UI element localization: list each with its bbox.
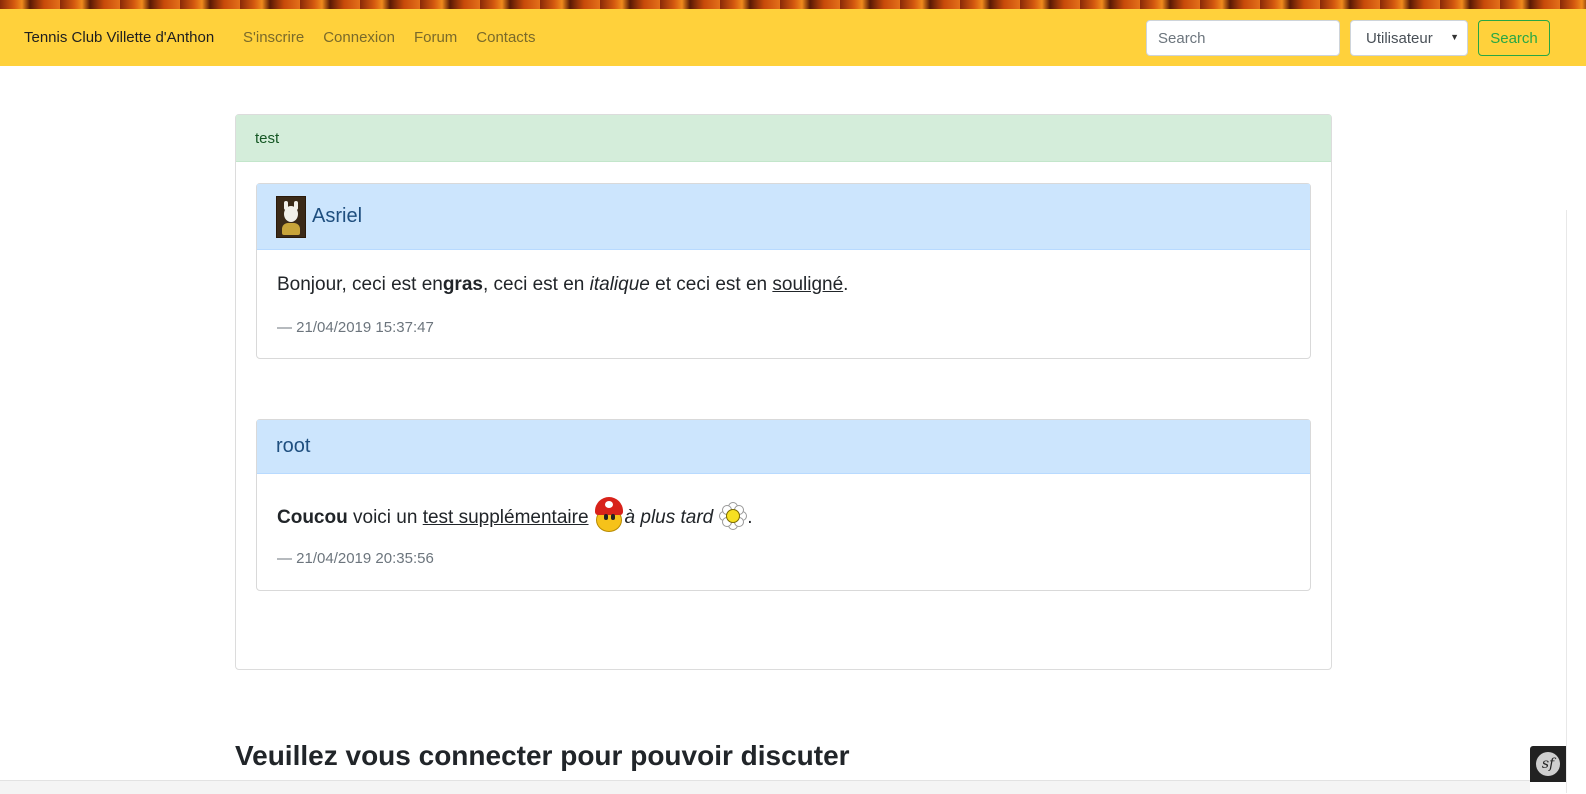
italic-text: italique <box>589 274 650 295</box>
scrollbar-thumb[interactable] <box>1566 210 1567 793</box>
post-header: Asriel <box>257 184 1310 250</box>
post-date: — 21/04/2019 20:35:56 <box>277 550 434 567</box>
nav-link-contacts[interactable]: Contacts <box>476 29 535 46</box>
search-button[interactable]: Search <box>1478 20 1550 56</box>
avatar <box>276 195 306 238</box>
post-author[interactable]: Asriel <box>312 205 362 228</box>
symfony-logo: sf <box>1536 752 1560 776</box>
topic-card: test Asriel Bonjour, ceci est engras, ce… <box>235 114 1332 670</box>
user-type-select[interactable]: Utilisateur ▼ <box>1350 20 1468 56</box>
nav-links: S'inscrire Connexion Forum Contacts <box>243 29 554 46</box>
top-navbar: Tennis Club Villette d'Anthon S'inscrire… <box>0 9 1586 66</box>
scrollbar[interactable] <box>1566 66 1586 793</box>
post-date: — 21/04/2019 15:37:47 <box>277 319 434 336</box>
user-type-select-value: Utilisateur <box>1366 30 1433 47</box>
daisy-smiley-icon <box>719 502 748 530</box>
bold-text: gras <box>442 274 483 295</box>
post-header: root <box>257 420 1310 474</box>
header-banner-image <box>0 0 1586 9</box>
italic-text: à plus tard <box>624 507 714 528</box>
post-author[interactable]: root <box>276 435 310 458</box>
bold-text: Coucou <box>277 507 348 528</box>
mario-smiley-icon <box>594 497 624 533</box>
nav-link-connexion[interactable]: Connexion <box>323 29 395 46</box>
post-card: root Coucou voici un test supplémentaire… <box>256 419 1311 591</box>
underlined-text: souligné <box>772 274 844 295</box>
nav-link-forum[interactable]: Forum <box>414 29 457 46</box>
search-input[interactable] <box>1146 20 1340 56</box>
topic-title: test <box>236 115 1331 162</box>
bottom-bar <box>0 780 1530 794</box>
brand-link[interactable]: Tennis Club Villette d'Anthon <box>24 29 214 46</box>
login-prompt-heading: Veuillez vous connecter pour pouvoir dis… <box>235 740 850 771</box>
post-content: Bonjour, ceci est engras, ceci est en it… <box>277 274 849 295</box>
symfony-icon[interactable]: sf <box>1530 746 1566 782</box>
post-card: Asriel Bonjour, ceci est engras, ceci es… <box>256 183 1311 359</box>
underlined-text: test supplémentaire <box>422 507 589 528</box>
post-content: Coucou voici un test supplémentaire à plu… <box>277 497 753 533</box>
nav-link-sinscrire[interactable]: S'inscrire <box>243 29 304 46</box>
caret-down-icon: ▼ <box>1450 32 1459 42</box>
